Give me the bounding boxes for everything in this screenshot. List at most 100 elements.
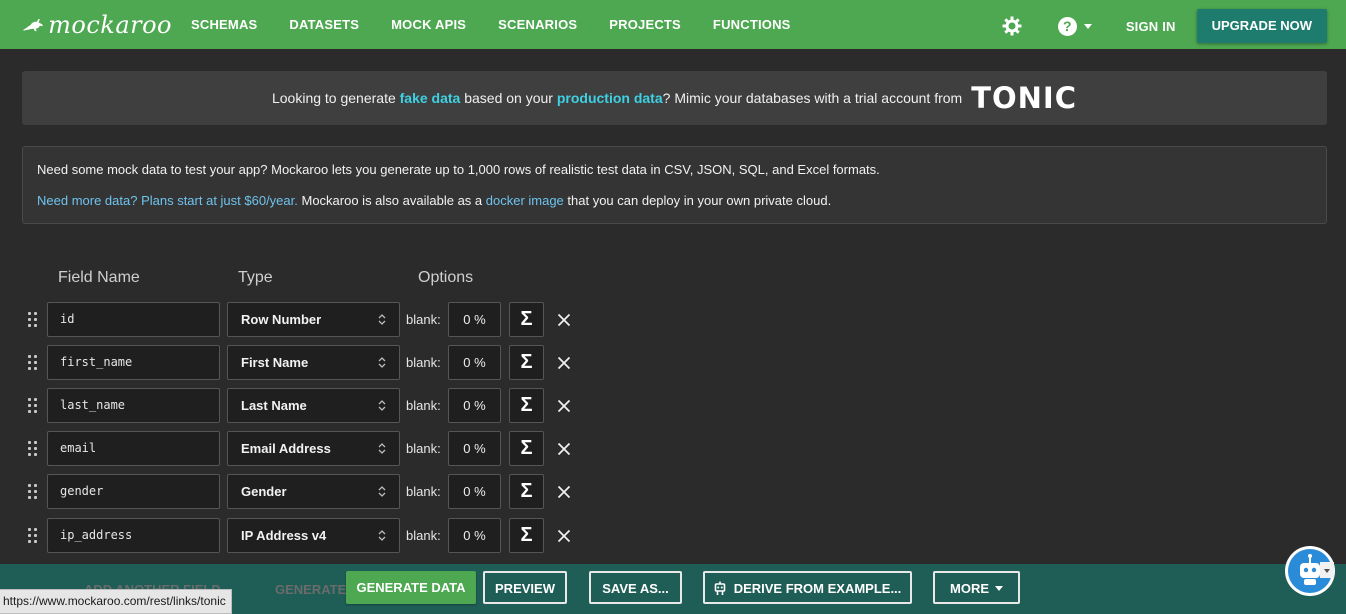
- drag-handle-icon[interactable]: [28, 441, 38, 457]
- field-row: email Email Address blank: 0 % Σ: [0, 431, 600, 466]
- banner-highlight-production-data: production data: [556, 90, 663, 106]
- formula-sigma-button[interactable]: Σ: [509, 302, 544, 337]
- drag-handle-icon[interactable]: [28, 355, 38, 371]
- help-icon: ?: [1057, 16, 1077, 36]
- plans-link[interactable]: Need more data? Plans start at just $60/…: [37, 193, 298, 208]
- logo-text: mockaroo: [48, 10, 172, 39]
- blank-label: blank:: [406, 484, 441, 499]
- nav-schemas[interactable]: SCHEMAS: [191, 17, 257, 32]
- blank-percent-input[interactable]: 0 %: [448, 388, 501, 423]
- field-row: gender Gender blank: 0 % Σ: [0, 474, 600, 509]
- theme-icon[interactable]: [1002, 16, 1022, 36]
- robot-icon: [714, 581, 726, 595]
- blank-label: blank:: [406, 441, 441, 456]
- blank-percent-input[interactable]: 0 %: [448, 518, 501, 553]
- field-type-select[interactable]: Row Number: [227, 302, 400, 337]
- field-row: id Row Number blank: 0 % Σ: [0, 302, 600, 337]
- delete-field-icon[interactable]: [557, 399, 571, 413]
- field-type-select[interactable]: Gender: [227, 474, 400, 509]
- help-menu[interactable]: ?: [1057, 16, 1092, 36]
- field-row: ip_address IP Address v4 blank: 0 % Σ: [0, 518, 600, 553]
- upgrade-now-button[interactable]: UPGRADE NOW: [1196, 9, 1327, 43]
- delete-field-icon[interactable]: [557, 485, 571, 499]
- nav-datasets[interactable]: DATASETS: [289, 17, 359, 32]
- options-header: Options: [418, 269, 474, 286]
- banner-highlight-fake-data: fake data: [399, 90, 461, 106]
- formula-sigma-button[interactable]: Σ: [509, 474, 544, 509]
- field-name-input[interactable]: gender: [47, 474, 220, 509]
- tonic-logo: TONIC: [971, 81, 1077, 115]
- save-as-button[interactable]: SAVE AS...: [589, 571, 682, 604]
- nav-mock-apis[interactable]: MOCK APIS: [391, 17, 466, 32]
- info-line-1: Need some mock data to test your app? Mo…: [37, 162, 880, 177]
- field-type-label: First Name: [241, 355, 309, 370]
- field-name-input[interactable]: first_name: [47, 345, 220, 380]
- tonic-banner[interactable]: Looking to generate fake data based on y…: [22, 71, 1327, 125]
- blank-percent-input[interactable]: 0 %: [448, 474, 501, 509]
- generate-data-button[interactable]: GENERATE DATA: [346, 571, 476, 604]
- scrollbar-down-arrow[interactable]: [1320, 562, 1334, 578]
- field-type-select[interactable]: Email Address: [227, 431, 400, 466]
- formula-sigma-button[interactable]: Σ: [509, 388, 544, 423]
- field-type-select[interactable]: First Name: [227, 345, 400, 380]
- chevron-down-icon: [1324, 569, 1330, 573]
- field-row: last_name Last Name blank: 0 % Σ: [0, 388, 600, 423]
- derive-from-example-button[interactable]: DERIVE FROM EXAMPLE...: [703, 571, 912, 604]
- info-text: that you can deploy in your own private …: [563, 193, 832, 208]
- sign-in-link[interactable]: SIGN IN: [1126, 19, 1176, 34]
- info-box: Need some mock data to test your app? Mo…: [22, 146, 1327, 224]
- info-text: Mockaroo is also available as a: [297, 193, 486, 208]
- blank-percent-input[interactable]: 0 %: [448, 431, 501, 466]
- delete-field-icon[interactable]: [557, 313, 571, 327]
- select-arrows-icon: [378, 400, 386, 411]
- formula-sigma-button[interactable]: Σ: [509, 345, 544, 380]
- field-name-input[interactable]: ip_address: [47, 518, 220, 553]
- field-name-input[interactable]: id: [47, 302, 220, 337]
- chevron-down-icon: [995, 586, 1003, 592]
- blank-label: blank:: [406, 398, 441, 413]
- select-arrows-icon: [378, 314, 386, 325]
- blank-label: blank:: [406, 528, 441, 543]
- blank-label: blank:: [406, 312, 441, 327]
- type-header: Type: [238, 269, 273, 286]
- field-row: first_name First Name blank: 0 % Σ: [0, 345, 600, 380]
- field-type-select[interactable]: Last Name: [227, 388, 400, 423]
- generate-hidden: GENERATE: [275, 582, 347, 597]
- logo[interactable]: mockaroo: [22, 11, 172, 39]
- chevron-down-icon: [1083, 23, 1092, 29]
- more-button[interactable]: MORE: [933, 571, 1020, 604]
- delete-field-icon[interactable]: [557, 442, 571, 456]
- select-arrows-icon: [378, 357, 386, 368]
- blank-percent-input[interactable]: 0 %: [448, 302, 501, 337]
- field-type-label: Last Name: [241, 398, 307, 413]
- select-arrows-icon: [378, 443, 386, 454]
- status-bar-url: https://www.mockaroo.com/rest/links/toni…: [0, 589, 232, 614]
- select-arrows-icon: [378, 486, 386, 497]
- nav-scenarios[interactable]: SCENARIOS: [498, 17, 577, 32]
- banner-text-3: ? Mimic your databases with a trial acco…: [662, 90, 963, 106]
- formula-sigma-button[interactable]: Σ: [509, 518, 544, 553]
- nav-functions[interactable]: FUNCTIONS: [713, 17, 791, 32]
- drag-handle-icon[interactable]: [28, 528, 38, 544]
- field-type-label: Row Number: [241, 312, 322, 327]
- blank-label: blank:: [406, 355, 441, 370]
- field-type-label: Gender: [241, 484, 287, 499]
- field-name-input[interactable]: last_name: [47, 388, 220, 423]
- preview-button[interactable]: PREVIEW: [483, 571, 567, 604]
- field-type-select[interactable]: IP Address v4: [227, 518, 400, 553]
- top-nav: mockaroo SCHEMAS DATASETS MOCK APIS SCEN…: [0, 0, 1346, 49]
- drag-handle-icon[interactable]: [28, 398, 38, 414]
- formula-sigma-button[interactable]: Σ: [509, 431, 544, 466]
- delete-field-icon[interactable]: [557, 529, 571, 543]
- blank-percent-input[interactable]: 0 %: [448, 345, 501, 380]
- field-name-header: Field Name: [58, 269, 140, 286]
- docker-image-link[interactable]: docker image: [486, 193, 564, 208]
- drag-handle-icon[interactable]: [28, 484, 38, 500]
- field-name-input[interactable]: email: [47, 431, 220, 466]
- info-line-2: Need more data? Plans start at just $60/…: [37, 193, 1312, 209]
- drag-handle-icon[interactable]: [28, 312, 38, 328]
- nav-right: ? SIGN IN UPGRADE NOW: [1002, 9, 1327, 43]
- delete-field-icon[interactable]: [557, 356, 571, 370]
- nav-projects[interactable]: PROJECTS: [609, 17, 681, 32]
- nav-links: SCHEMAS DATASETS MOCK APIS SCENARIOS PRO…: [191, 17, 791, 32]
